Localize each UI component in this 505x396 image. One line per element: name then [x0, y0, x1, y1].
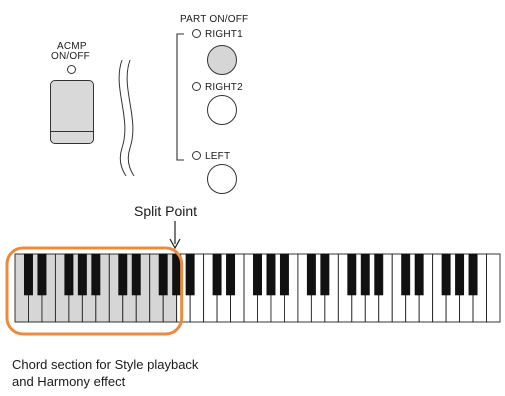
- black-key: [77, 253, 87, 296]
- white-key: [486, 253, 501, 323]
- keyboard: [5, 246, 501, 336]
- black-key: [455, 253, 465, 296]
- black-key: [172, 253, 182, 296]
- black-key: [320, 253, 330, 296]
- black-key: [64, 253, 74, 296]
- black-key: [118, 253, 128, 296]
- black-key: [158, 253, 168, 296]
- black-key: [266, 253, 276, 296]
- black-key: [185, 253, 195, 296]
- black-key: [37, 253, 47, 296]
- black-key: [131, 253, 141, 296]
- black-key: [360, 253, 370, 296]
- black-key: [347, 253, 357, 296]
- black-key: [374, 253, 384, 296]
- black-key: [468, 253, 478, 296]
- black-key: [212, 253, 222, 296]
- black-key: [414, 253, 424, 296]
- black-key: [253, 253, 262, 296]
- black-key: [23, 253, 33, 296]
- black-key: [401, 253, 411, 296]
- black-key: [91, 253, 101, 296]
- chord-section-caption-line1: Chord section for Style playback: [12, 357, 199, 372]
- black-key: [441, 253, 451, 296]
- black-key: [226, 253, 236, 296]
- black-key: [279, 253, 289, 296]
- black-key: [306, 253, 316, 296]
- chord-section-caption-line2: and Harmony effect: [12, 374, 126, 389]
